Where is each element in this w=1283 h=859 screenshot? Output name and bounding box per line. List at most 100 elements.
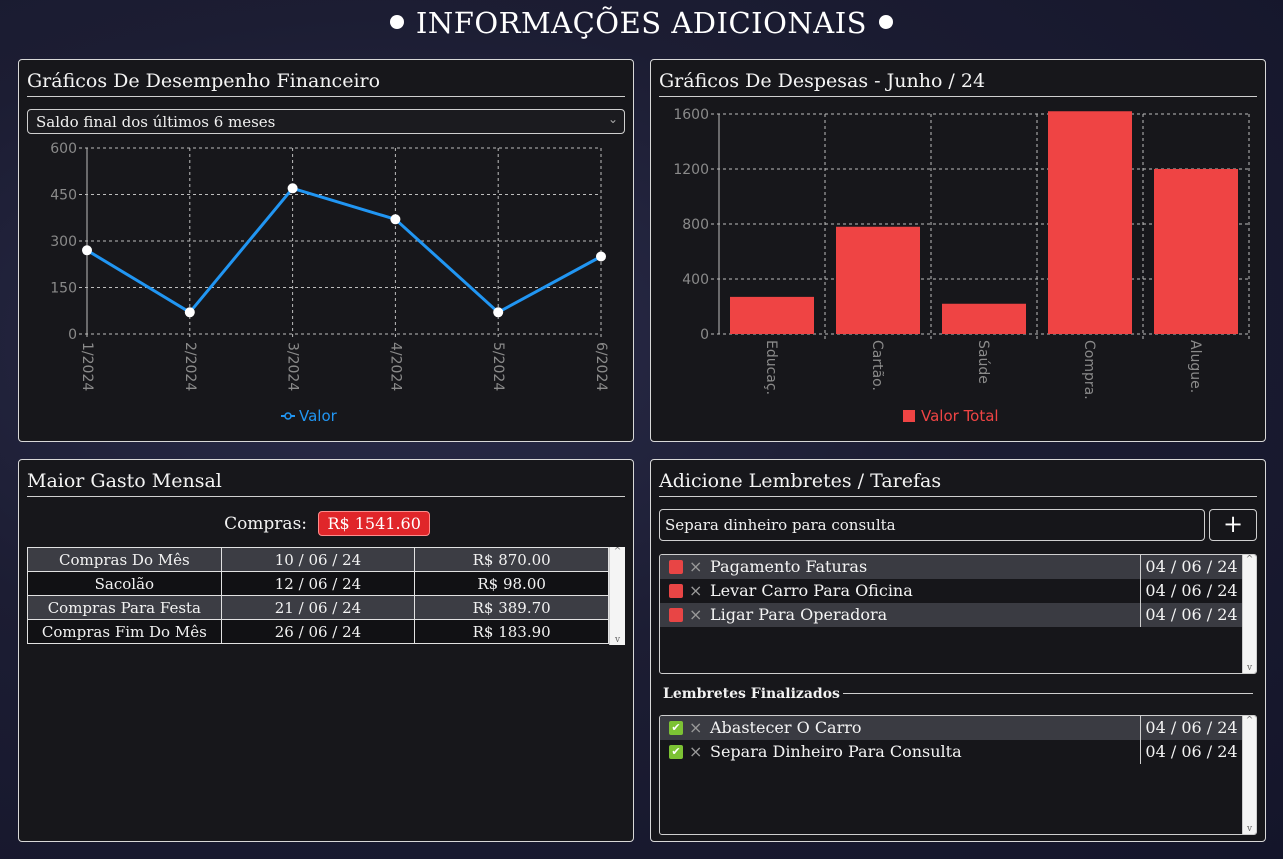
task-date: 04 / 06 / 24 [1140,555,1242,579]
add-task-button[interactable]: + [1209,509,1257,541]
unchecked-checkbox-icon[interactable] [669,560,683,574]
finance-chart-title: Gráficos De Desempenho Financeiro [27,70,381,92]
scroll-up-icon[interactable]: ^ [1243,716,1256,726]
pending-list: × Pagamento Faturas 04 / 06 / 24 × Levar Car… [659,554,1257,674]
divider [27,496,625,497]
category-label: Compras: [224,514,308,534]
x-tick-label: 5/2024 [490,342,506,391]
chevron-down-icon: ⌄ [607,112,618,126]
unchecked-checkbox-icon[interactable] [669,584,683,598]
task-date: 04 / 06 / 24 [1140,579,1242,603]
task-row[interactable]: × Pagamento Faturas 04 / 06 / 24 [660,555,1256,579]
x-tick-label: Compra. [1081,340,1097,400]
gasto-value: R$ 98.00 [414,571,609,596]
divider [27,96,625,97]
task-date: 04 / 06 / 24 [1140,740,1242,764]
finished-list: ✔ × Abastecer O Carro 04 / 06 / 24 ✔ × Separa … [659,715,1257,835]
divider [659,496,1257,497]
unchecked-checkbox-icon[interactable] [669,608,683,622]
gastos-table: Compras Do Mês 10 / 06 / 24 R$ 870.00 Sacol… [27,547,609,644]
x-tick-label: 2/2024 [182,342,198,391]
gasto-value: R$ 183.90 [414,619,609,644]
gasto-value: R$ 389.70 [414,595,609,620]
bar-Alugue. [1154,169,1238,334]
checked-checkbox-icon[interactable]: ✔ [669,745,683,759]
bar-Educaç. [730,296,814,334]
y-tick-label: 0 [700,327,709,343]
bar-chart: 0 400 800 1200 1600 Educaç. Cartão. Saúde Compra… [673,107,1250,425]
legend-label: Valor [299,407,338,425]
gasto-date: 26 / 06 / 24 [220,619,416,644]
bullet-icon [389,15,404,29]
remove-icon[interactable]: × [689,581,702,600]
finished-title: Lembretes Finalizados [663,686,840,702]
table-row[interactable]: Sacolão 12 / 06 / 24 R$ 98.00 [27,571,609,596]
task-date: 04 / 06 / 24 [1140,716,1242,740]
gasto-date: 10 / 06 / 24 [220,547,416,572]
gasto-name: Compras Do Mês [27,547,222,572]
task-label: Levar Carro Para Oficina [710,581,913,600]
x-tick-label: Cartão. [869,340,885,391]
data-point [287,183,298,194]
task-row[interactable]: ✔ × Abastecer O Carro 04 / 06 / 24 [660,716,1256,740]
y-tick-label: 150 [50,281,77,297]
table-row[interactable]: Compras Para Festa 21 / 06 / 24 R$ 389.70 [27,595,609,620]
scroll-up-icon[interactable]: ^ [1243,555,1256,565]
x-tick-label: Alugue. [1187,340,1203,393]
task-label: Abastecer O Carro [710,718,862,737]
task-row[interactable]: × Levar Carro Para Oficina 04 / 06 / 24 [660,579,1256,603]
bullet-icon [879,15,894,29]
expense-chart-panel: Gráficos De Despesas - Junho / 24 0 400 80… [650,59,1266,442]
task-label: Ligar Para Operadora [710,605,888,624]
gasto-name: Sacolão [27,571,222,596]
data-point [390,214,401,225]
lembretes-title: Adicione Lembretes / Tarefas [659,470,942,492]
y-tick-label: 400 [682,272,709,288]
task-label: Pagamento Faturas [710,557,868,576]
y-tick-label: 600 [50,141,77,157]
divider [843,693,1253,694]
task-label: Separa Dinheiro Para Consulta [710,742,962,761]
bar-Cartão. [836,226,920,334]
y-tick-label: 450 [50,188,77,204]
scroll-down-icon[interactable]: v [1243,824,1256,834]
remove-icon[interactable]: × [689,742,702,761]
table-row[interactable]: Compras Fim Do Mês 26 / 06 / 24 R$ 183.90 [27,619,609,644]
data-point [184,307,195,318]
gasto-value: R$ 870.00 [414,547,609,572]
expense-chart-title: Gráficos De Despesas - Junho / 24 [659,70,986,92]
y-tick-label: 1200 [673,162,709,178]
task-row[interactable]: ✔ × Separa Dinheiro Para Consulta 04 / 06 /… [660,740,1256,764]
remove-icon[interactable]: × [689,605,702,624]
table-row[interactable]: Compras Do Mês 10 / 06 / 24 R$ 870.00 [27,547,609,572]
scroll-down-icon[interactable]: v [1243,663,1256,673]
checked-checkbox-icon[interactable]: ✔ [669,721,683,735]
scroll-up-icon[interactable]: ^ [610,547,625,557]
task-row[interactable]: × Ligar Para Operadora 04 / 06 / 24 [660,603,1256,627]
series-line-valor [86,186,602,315]
maior-gasto-title: Maior Gasto Mensal [27,470,222,492]
task-input[interactable]: Separa dinheiro para consulta [659,509,1205,541]
maior-gasto-summary: Compras: R$ 1541.60 [19,511,635,536]
x-tick-label: Educaç. [763,340,779,395]
data-point [596,251,606,262]
remove-icon[interactable]: × [689,557,702,576]
bar-Compra. [1048,111,1132,334]
amount-badge: R$ 1541.60 [318,511,430,536]
y-tick-label: 1600 [673,107,709,123]
x-tick-label: 4/2024 [387,342,403,391]
table-scrollbar[interactable]: ^ v [609,547,625,645]
period-select[interactable]: Saldo final dos últimos 6 meses ⌄ [27,109,625,134]
page-title: INFORMAÇÕES ADICIONAIS [0,6,1283,40]
task-date: 04 / 06 / 24 [1140,603,1242,627]
finished-scrollbar[interactable]: ^ v [1242,716,1256,834]
divider [659,96,1257,97]
pending-scrollbar[interactable]: ^ v [1242,555,1256,673]
lembretes-panel: Adicione Lembretes / Tarefas Separa dinh… [650,459,1266,842]
scroll-down-icon[interactable]: v [610,635,625,645]
x-tick-label: Saúde [975,340,991,384]
remove-icon[interactable]: × [689,718,702,737]
task-input-value: Separa dinheiro para consulta [665,516,896,534]
bar-Saúde [942,303,1026,334]
period-select-value: Saldo final dos últimos 6 meses [36,113,276,131]
